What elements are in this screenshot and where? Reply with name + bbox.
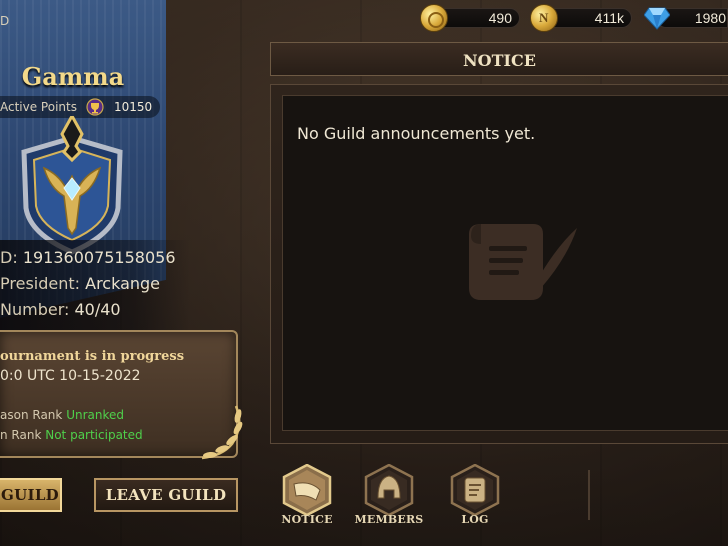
diamond-icon [644,7,670,30]
helmet-icon [364,464,414,516]
season-rank-value: Unranked [66,408,124,422]
notice-content[interactable]: No Guild announcements yet. [282,95,728,431]
diamond-value: 1980 [694,10,726,26]
rank-label: n Rank [0,428,42,442]
notice-header: NOTICE [270,42,728,76]
guild-name: Gamma [21,62,125,91]
tab-members-label: MEMBERS [354,513,424,526]
member-count-row: Number: 40/40 [0,300,121,319]
tournament-card[interactable]: ournament is in progress 0:0 UTC 10-15-2… [0,330,243,460]
tab-notice-label: NOTICE [281,513,333,526]
partial-top-text: D [0,14,10,28]
tab-members[interactable]: MEMBERS [354,464,424,530]
season-rank-label: ason Rank [0,408,63,422]
notice-title: NOTICE [463,51,536,70]
n-coin-value: 411k [594,10,624,26]
member-count-label: Number: [0,300,70,319]
gold-coin-counter[interactable]: 490 [420,4,520,32]
scroll-quill-icon [469,224,577,300]
tab-divider [588,470,590,520]
active-points-row: Active Points 10150 [0,96,160,118]
member-count-value: 40/40 [74,300,121,319]
trophy-icon [86,98,104,116]
tab-log[interactable]: LOG [440,464,510,530]
president-label: President: [0,274,81,293]
laurel-icon [201,405,243,460]
president-value: Arckange [85,274,161,293]
guild-button[interactable]: GUILD [0,478,62,512]
gold-coin-icon [420,4,448,32]
horn-icon [282,464,332,516]
active-points-value: 10150 [114,100,153,114]
gold-coin-value: 490 [488,10,512,26]
scroll-icon [450,464,500,516]
n-coin-counter[interactable]: 411k [530,4,632,32]
tab-log-label: LOG [461,513,489,526]
rank-value: Not participated [45,428,143,442]
rank-row: n Rank Not participated [0,428,143,442]
tab-notice[interactable]: NOTICE [272,464,342,530]
guild-id-label: D: [0,248,18,267]
guild-emblem-icon [21,116,123,255]
n-coin-icon [530,4,558,32]
diamond-counter[interactable]: 1980 [644,6,728,30]
tournament-date: 0:0 UTC 10-15-2022 [0,368,141,384]
tournament-status: ournament is in progress [0,349,185,364]
notice-message: No Guild announcements yet. [297,124,536,143]
guild-id-value: 191360075158056 [22,248,176,267]
leave-guild-button[interactable]: LEAVE GUILD [94,478,238,512]
guild-id-row: D: 191360075158056 [0,248,176,267]
season-rank-row: ason Rank Unranked [0,408,124,422]
active-points-label: Active Points [0,100,77,114]
president-row: President: Arckange [0,274,160,293]
